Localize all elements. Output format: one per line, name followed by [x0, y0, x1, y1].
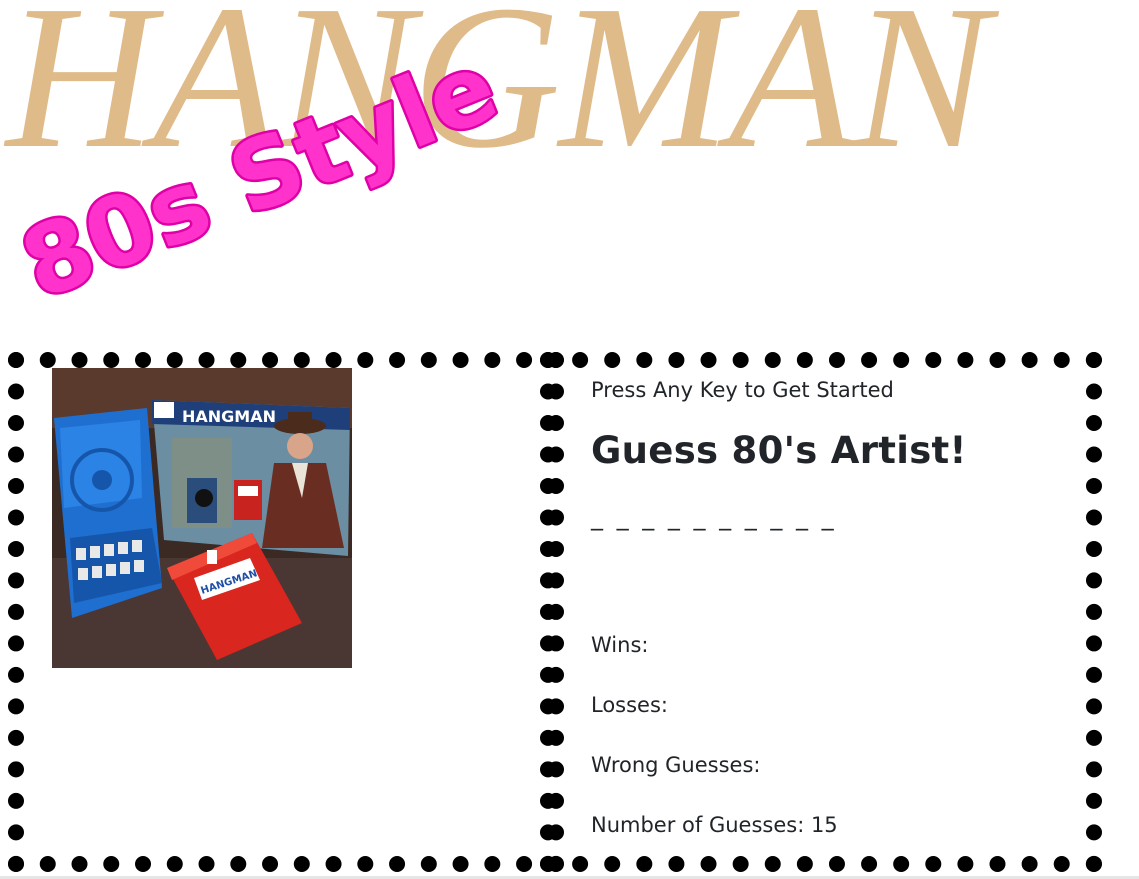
game-box: HANGMAN — [152, 400, 350, 556]
wins-counter: Wins: — [591, 633, 649, 657]
guesses-remaining-counter: Number of Guesses: 15 — [591, 813, 838, 837]
losses-counter: Losses: — [591, 693, 668, 717]
word-blanks: _ _ _ _ _ _ _ _ _ _ — [591, 503, 837, 531]
eighties-style-logo: 80s Style — [4, 28, 514, 324]
box-title-text: HANGMAN — [182, 407, 276, 426]
game-content: Press Any Key to Get Started Guess 80's … — [591, 368, 1071, 837]
wrong-guesses-list: Wrong Guesses: — [591, 753, 761, 777]
instructions-text: Press Any Key to Get Started — [591, 378, 894, 402]
blue-game-case — [54, 408, 162, 618]
image-panel: HANGMAN HANGMAN — [8, 352, 564, 872]
game-heading: Guess 80's Artist! — [591, 429, 967, 472]
eighties-style-text: 80s Style — [7, 30, 512, 321]
hangman-board-game-photo: HANGMAN HANGMAN — [52, 368, 352, 668]
game-panel: Press Any Key to Get Started Guess 80's … — [540, 352, 1102, 872]
